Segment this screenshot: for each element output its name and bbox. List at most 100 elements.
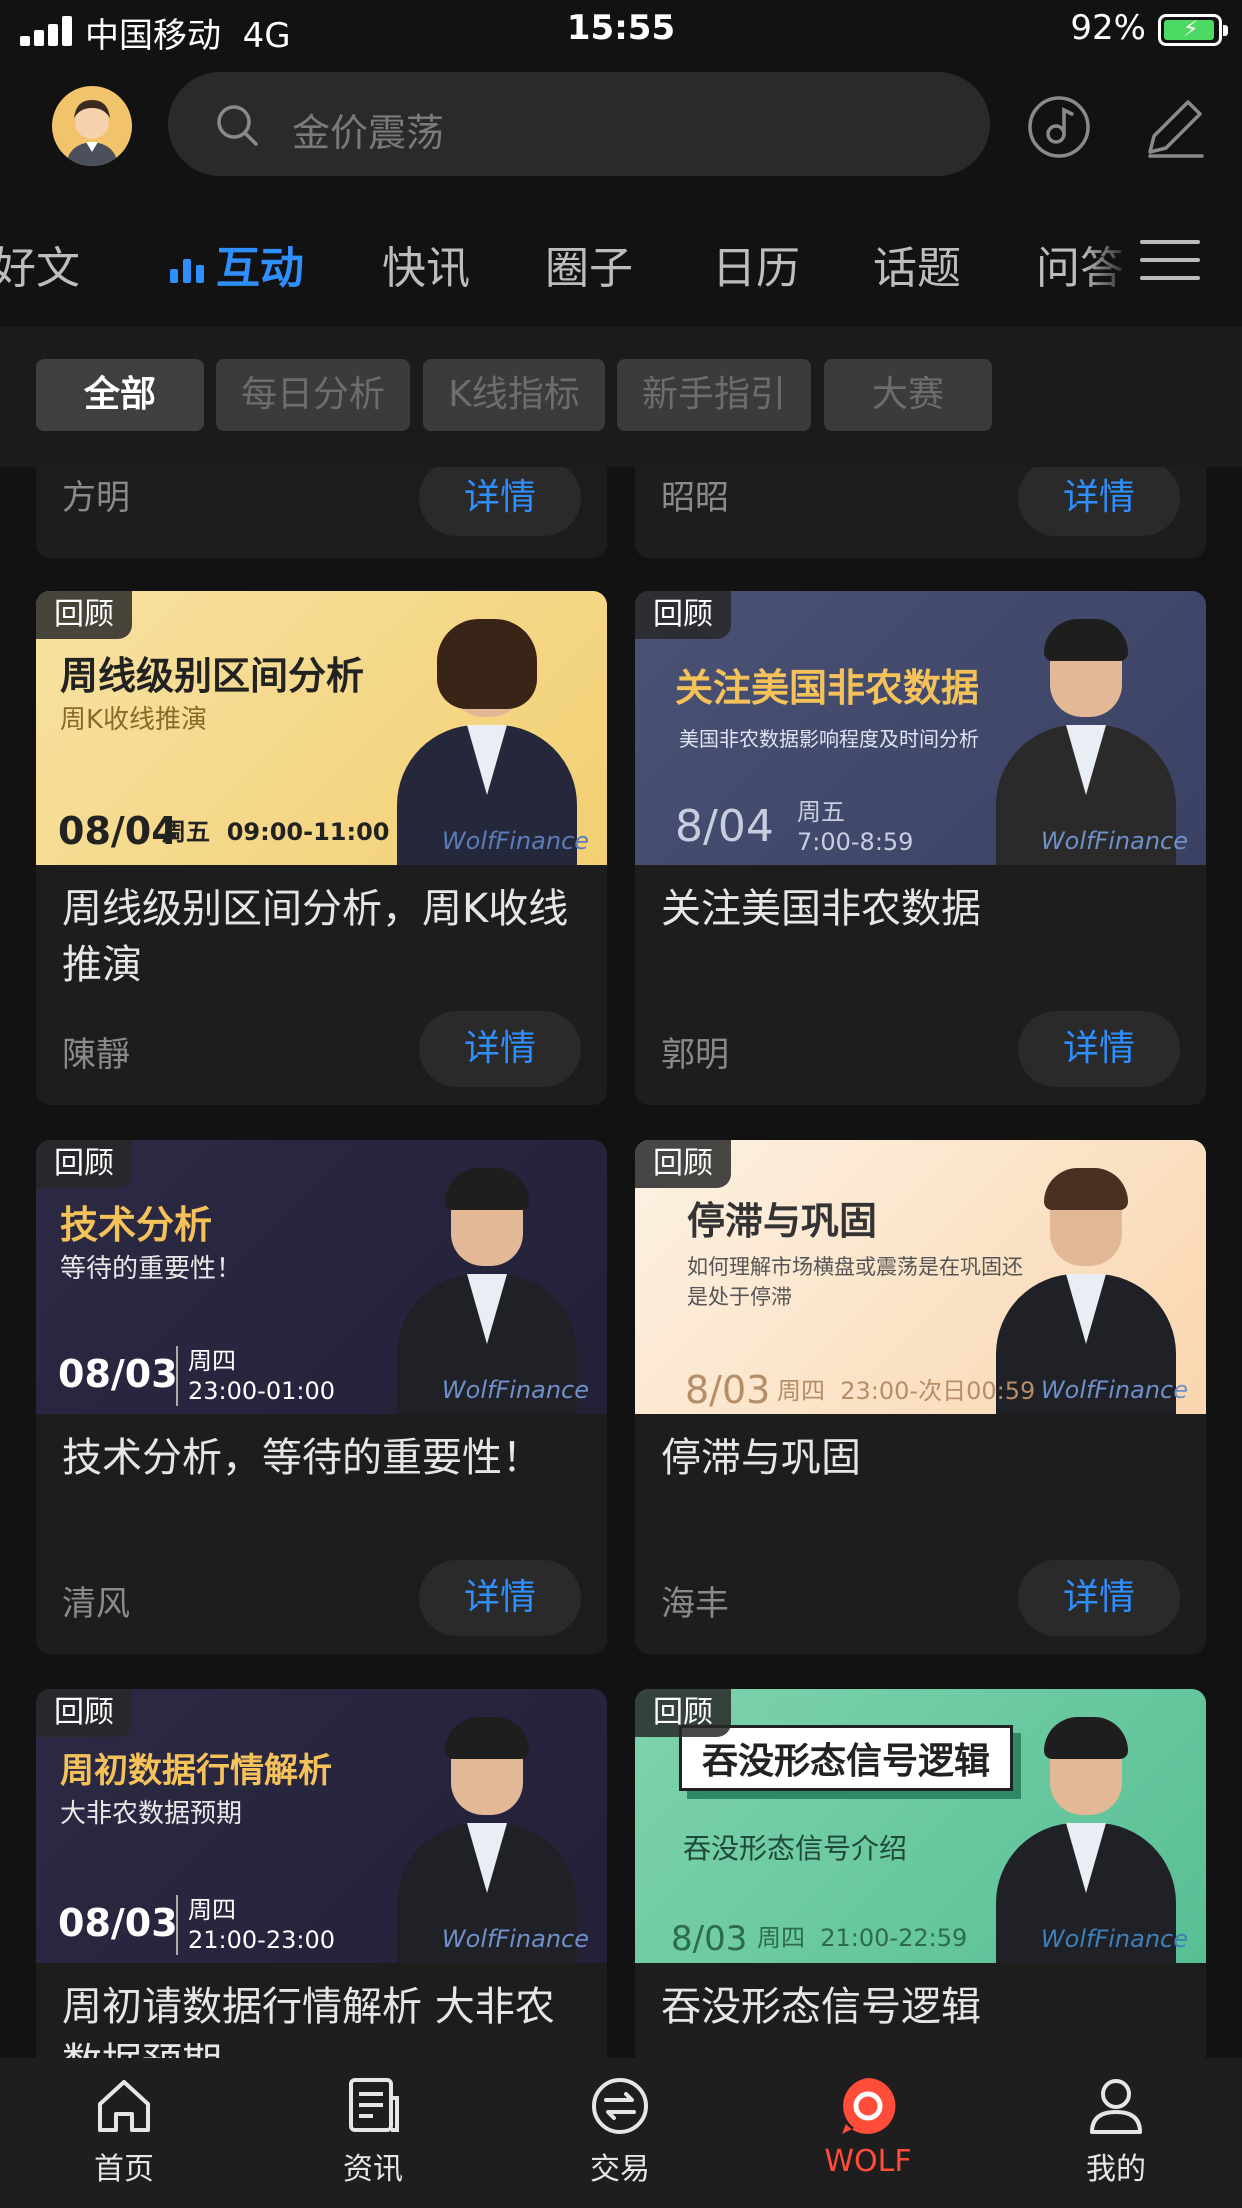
brand-watermark: WolfFinance: [1040, 1376, 1188, 1404]
tab-topics[interactable]: 话题: [873, 232, 961, 296]
home-icon: [92, 2080, 156, 2140]
banner-title: 吞没形态信号逻辑: [679, 1725, 1014, 1791]
bottom-nav: 首页 资讯 交易 WOLF 我的: [0, 2058, 1242, 2208]
music-icon[interactable]: [1026, 94, 1092, 164]
card-title: 技术分析，等待的重要性！: [62, 1435, 542, 1481]
filter-contest[interactable]: 大赛: [824, 359, 992, 431]
replay-badge: 回顾: [36, 1689, 132, 1737]
course-card[interactable]: 回顾 技术分析 等待的重要性！ 08/03 周四 23:00-01:00 Wolf…: [36, 1140, 607, 1654]
tab-circle[interactable]: 圈子: [545, 232, 633, 296]
banner-day: 周四 23:00-次日00:59: [777, 1377, 1036, 1405]
card-author: 方明: [62, 478, 130, 518]
detail-button[interactable]: 详情: [1018, 1560, 1180, 1636]
banner-date: 08/04: [58, 809, 178, 853]
nav-profile[interactable]: 我的: [1036, 2076, 1196, 2188]
battery-percent: 92%: [1070, 8, 1146, 48]
card-author: 郭明: [661, 1035, 729, 1075]
banner-day: 周四 21:00-22:59: [757, 1924, 968, 1952]
replay-badge: 回顾: [635, 1140, 731, 1188]
banner-title: 关注美国非农数据: [675, 666, 980, 710]
banner-day: 周五 7:00-8:59: [797, 798, 914, 856]
brand-watermark: WolfFinance: [1040, 827, 1188, 855]
filter-daily-analysis[interactable]: 每日分析: [216, 359, 410, 431]
course-card[interactable]: 回顾 周线级别区间分析 周K收线推演 08/04 周五 09:00-11:00 …: [36, 591, 607, 1105]
category-tabs: 好文 互动 快讯 圈子 日历 话题 问答: [0, 192, 1242, 327]
wolf-icon: [836, 2078, 900, 2140]
banner-title: 周初数据行情解析: [60, 1751, 332, 1791]
avatar[interactable]: [52, 86, 132, 166]
banner-title: 周线级别区间分析: [60, 654, 365, 698]
search-bar[interactable]: 金价震荡: [168, 72, 990, 176]
banner-subtitle: 美国非农数据影响程度及时间分析: [679, 727, 979, 751]
course-card[interactable]: 回顾 吞没形态信号逻辑 吞没形态信号介绍 8/03 周四 21:00-22:59…: [635, 1689, 1206, 2109]
card-title: 周线级别区间分析，周K收线推演: [62, 886, 569, 988]
tab-flash[interactable]: 快讯: [382, 232, 470, 296]
detail-button[interactable]: 详情: [1018, 1011, 1180, 1087]
card-title: 吞没形态信号逻辑: [661, 1984, 981, 2030]
trade-icon: [588, 2078, 652, 2140]
card-author: 清风: [62, 1584, 130, 1624]
detail-button[interactable]: 详情: [419, 1560, 581, 1636]
banner-day: 周五 09:00-11:00: [162, 818, 390, 846]
banner-subtitle: 如何理解市场横盘或震荡是在巩固还是处于停滞: [687, 1255, 1023, 1309]
banner-title: 停滞与巩固: [687, 1199, 878, 1243]
search-icon: [214, 102, 260, 152]
brand-watermark: WolfFinance: [441, 1376, 589, 1404]
nav-home[interactable]: 首页: [44, 2076, 204, 2188]
battery-icon: ⚡: [1158, 14, 1228, 46]
replay-badge: 回顾: [36, 1140, 132, 1188]
card-title: 停滞与巩固: [661, 1435, 861, 1481]
card-banner: 回顾 吞没形态信号逻辑 吞没形态信号介绍 8/03 周四 21:00-22:59…: [635, 1689, 1206, 1963]
status-time: 15:55: [566, 8, 676, 48]
banner-day: 周四 21:00-23:00: [176, 1895, 335, 1955]
detail-button[interactable]: 详情: [1018, 460, 1180, 536]
brand-watermark: WolfFinance: [441, 1925, 589, 1953]
filter-all[interactable]: 全部: [36, 359, 204, 431]
banner-date: 08/03: [58, 1352, 178, 1396]
status-bar: 中国移动 4G 15:55 92% ⚡: [0, 0, 1242, 62]
banner-day: 周四 23:00-01:00: [176, 1346, 335, 1406]
course-card[interactable]: 回顾 周初数据行情解析 大非农数据预期 08/03 周四 21:00-23:00 …: [36, 1689, 607, 2109]
brand-watermark: WolfFinance: [1040, 1925, 1188, 1953]
tab-articles[interactable]: 好文: [0, 232, 80, 296]
search-placeholder: 金价震荡: [292, 111, 445, 155]
filter-beginner[interactable]: 新手指引: [617, 359, 811, 431]
banner-date: 8/03: [685, 1368, 771, 1412]
banner-date: 8/04: [675, 801, 774, 852]
replay-badge: 回顾: [635, 1689, 731, 1737]
brand-watermark: WolfFinance: [441, 827, 589, 855]
nav-news[interactable]: 资讯: [293, 2076, 453, 2188]
card-author: 昭昭: [661, 478, 729, 518]
nav-wolf[interactable]: WOLF: [788, 2076, 948, 2179]
detail-button[interactable]: 详情: [419, 1011, 581, 1087]
card-banner: 回顾 技术分析 等待的重要性！ 08/03 周四 23:00-01:00 Wolf…: [36, 1140, 607, 1414]
card-banner: 回顾 停滞与巩固 如何理解市场横盘或震荡是在巩固还是处于停滞 8/03 周四 2…: [635, 1140, 1206, 1414]
menu-icon[interactable]: [1140, 236, 1200, 286]
course-card[interactable]: 回顾 停滞与巩固 如何理解市场横盘或震荡是在巩固还是处于停滞 8/03 周四 2…: [635, 1140, 1206, 1654]
card-banner: 回顾 关注美国非农数据 美国非农数据影响程度及时间分析 8/04 周五 7:00-…: [635, 591, 1206, 865]
banner-date: 8/03: [671, 1919, 748, 1959]
tab-calendar[interactable]: 日历: [712, 232, 800, 296]
card-author: 陳靜: [62, 1035, 130, 1075]
profile-icon: [1084, 2079, 1148, 2140]
filter-bar: 全部 每日分析 K线指标 新手指引 大赛: [0, 327, 1242, 467]
card-author: 海丰: [661, 1584, 729, 1624]
nav-trade[interactable]: 交易: [540, 2076, 700, 2188]
edit-icon[interactable]: [1140, 92, 1210, 166]
banner-title: 技术分析: [60, 1203, 213, 1247]
banner-subtitle: 大非农数据预期: [60, 1799, 243, 1829]
top-header: 金价震荡: [0, 62, 1242, 192]
banner-subtitle: 周K收线推演: [60, 705, 208, 735]
course-card[interactable]: 回顾 关注美国非农数据 美国非农数据影响程度及时间分析 8/04 周五 7:00-…: [635, 591, 1206, 1105]
detail-button[interactable]: 详情: [419, 460, 581, 536]
filter-kline[interactable]: K线指标: [423, 359, 605, 431]
tab-interactive[interactable]: 互动: [170, 232, 304, 296]
banner-date: 08/03: [58, 1901, 178, 1945]
replay-badge: 回顾: [36, 591, 132, 639]
card-banner: 回顾 周线级别区间分析 周K收线推演 08/04 周五 09:00-11:00 …: [36, 591, 607, 865]
banner-subtitle: 等待的重要性！: [60, 1254, 243, 1284]
banner-subtitle: 吞没形态信号介绍: [683, 1832, 908, 1865]
live-bars-icon: [170, 255, 208, 283]
news-icon: [341, 2078, 405, 2140]
card-banner: 回顾 周初数据行情解析 大非农数据预期 08/03 周四 21:00-23:00 …: [36, 1689, 607, 1963]
